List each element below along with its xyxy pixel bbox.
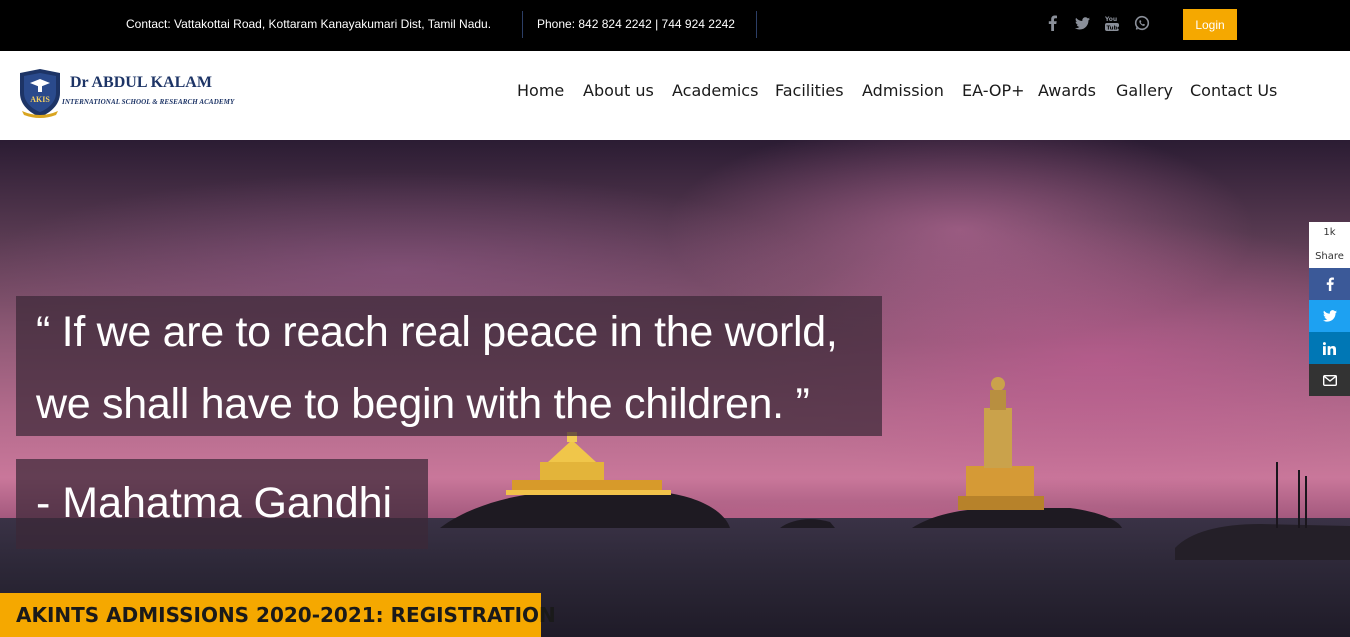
email-icon — [1322, 374, 1337, 386]
whatsapp-icon[interactable] — [1132, 13, 1152, 33]
nav-home[interactable]: Home — [517, 81, 564, 100]
contact-address: Contact: Vattakottai Road, Kottaram Kana… — [126, 17, 492, 31]
school-subtitle: INTERNATIONAL SCHOOL & RESEARCH ACADEMY — [62, 98, 235, 106]
quote-text-line-2: we shall have to begin with the children… — [36, 380, 810, 428]
login-button[interactable]: Login — [1183, 9, 1237, 40]
share-twitter-button[interactable] — [1309, 300, 1350, 332]
school-name: Dr ABDUL KALAM — [70, 74, 212, 91]
share-count: 1k Share — [1309, 222, 1350, 268]
quote-text-line-1: “ If we are to reach real peace in the w… — [36, 308, 838, 356]
svg-text:You: You — [1105, 16, 1117, 23]
topbar-divider — [756, 11, 757, 38]
share-count-value: 1k — [1323, 227, 1336, 238]
contact-phone: Phone: 842 824 2242 | 744 924 2242 — [537, 17, 735, 31]
nav-gallery[interactable]: Gallery — [1116, 81, 1173, 100]
svg-text:Tube: Tube — [1107, 26, 1120, 32]
nav-awards[interactable]: Awards — [1038, 81, 1096, 100]
nav-academics[interactable]: Academics — [672, 81, 758, 100]
facebook-icon — [1326, 277, 1334, 291]
share-label: Share — [1315, 251, 1344, 262]
youtube-icon[interactable]: You Tube — [1102, 13, 1122, 33]
hero-slider: “ If we are to reach real peace in the w… — [0, 140, 1350, 637]
topbar-divider — [522, 11, 523, 38]
svg-text:AKIS: AKIS — [30, 95, 50, 104]
nav-contact-us[interactable]: Contact Us — [1190, 81, 1277, 100]
admission-banner[interactable]: AKINTS ADMISSIONS 2020-2021: REGISTRATIO… — [0, 593, 556, 637]
facebook-icon[interactable] — [1042, 13, 1062, 33]
share-email-button[interactable] — [1309, 364, 1350, 396]
top-bar: Contact: Vattakottai Road, Kottaram Kana… — [0, 0, 1350, 51]
nav-facilities[interactable]: Facilities — [775, 81, 844, 100]
shield-emblem-icon: AKIS — [20, 69, 60, 118]
twitter-icon — [1322, 310, 1337, 322]
nav-admission[interactable]: Admission — [862, 81, 944, 100]
linkedin-icon — [1323, 341, 1336, 355]
share-linkedin-button[interactable] — [1309, 332, 1350, 364]
share-facebook-button[interactable] — [1309, 268, 1350, 300]
site-header: AKIS Dr ABDUL KALAM INTERNATIONAL SCHOOL… — [0, 51, 1350, 140]
quote-author-box: - Mahatma Gandhi — [16, 459, 428, 549]
quote-author: - Mahatma Gandhi — [36, 479, 393, 527]
quote-box: “ If we are to reach real peace in the w… — [16, 296, 882, 436]
school-logo[interactable]: AKIS Dr ABDUL KALAM INTERNATIONAL SCHOOL… — [16, 69, 256, 121]
share-widget: 1k Share — [1309, 222, 1350, 396]
twitter-icon[interactable] — [1072, 13, 1092, 33]
nav-about-us[interactable]: About us — [583, 81, 654, 100]
nav-ea-op[interactable]: EA-OP+ — [962, 81, 1025, 100]
